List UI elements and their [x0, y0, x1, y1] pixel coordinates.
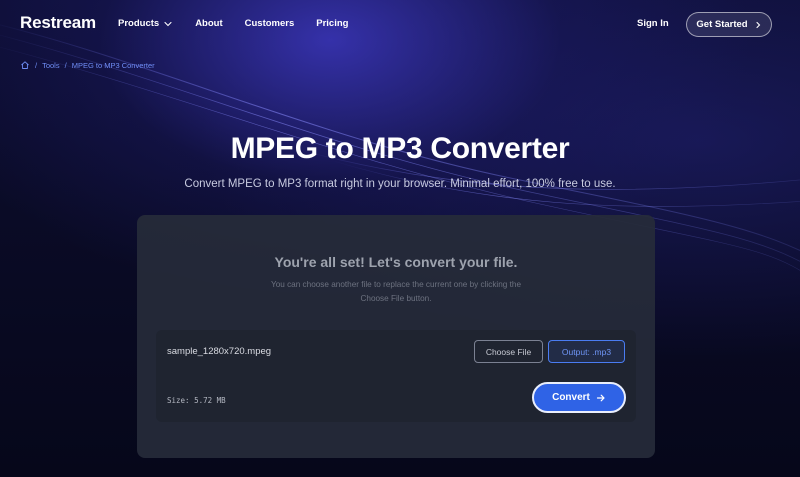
- nav-link-customers[interactable]: Customers: [245, 18, 295, 29]
- converter-status-title: You're all set! Let's convert your file.: [274, 254, 518, 270]
- arrow-right-icon: [596, 394, 605, 401]
- converter-card: You're all set! Let's convert your file.…: [137, 215, 655, 458]
- converter-help-text: You can choose another file to replace t…: [270, 280, 522, 303]
- nav-link-pricing[interactable]: Pricing: [316, 18, 348, 29]
- restream-logo[interactable]: Restream: [20, 13, 96, 33]
- breadcrumb: / Tools / MPEG to MP3 Converter: [20, 60, 155, 70]
- file-size: Size: 5.72 MB: [167, 396, 226, 405]
- top-navigation: Restream Products About Customers Pricin…: [0, 0, 800, 48]
- page-subtitle: Convert MPEG to MP3 format right in your…: [184, 178, 616, 190]
- breadcrumb-current: MPEG to MP3 Converter: [71, 60, 155, 70]
- convert-button[interactable]: Convert: [532, 382, 626, 413]
- page-title: MPEG to MP3 Converter: [230, 132, 570, 165]
- chevron-right-icon: [756, 21, 760, 28]
- nav-links: Products About Customers Pricing: [118, 18, 370, 29]
- selected-file-panel: sample_1280x720.mpeg Choose File Output:…: [156, 330, 636, 422]
- get-started-button[interactable]: Get Started: [686, 12, 772, 37]
- output-format-button[interactable]: Output: .mp3: [548, 340, 625, 363]
- nav-link-products-label: Products: [118, 18, 160, 29]
- nav-link-products[interactable]: Products: [118, 18, 173, 29]
- breadcrumb-tools[interactable]: Tools: [42, 61, 60, 70]
- sign-in-link[interactable]: Sign In: [637, 18, 669, 29]
- get-started-label: Get Started: [696, 19, 748, 30]
- home-icon[interactable]: [20, 60, 30, 70]
- choose-file-button[interactable]: Choose File: [474, 340, 543, 363]
- file-name: sample_1280x720.mpeg: [167, 346, 272, 357]
- breadcrumb-separator: /: [64, 60, 67, 70]
- breadcrumb-separator: /: [35, 60, 38, 70]
- chevron-down-icon: [164, 21, 172, 26]
- nav-link-about[interactable]: About: [195, 18, 222, 29]
- convert-label: Convert: [552, 392, 590, 403]
